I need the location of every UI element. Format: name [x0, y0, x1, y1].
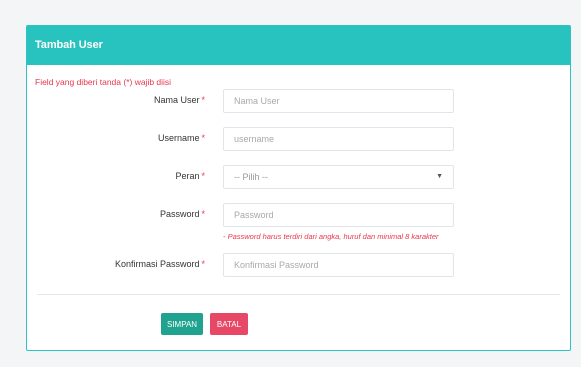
card-title: Tambah User [27, 26, 570, 65]
username-input[interactable] [223, 127, 454, 151]
password-hint: - Password harus terdiri dari angka, hur… [223, 232, 439, 241]
required-mark: * [201, 133, 205, 143]
save-button[interactable]: SIMPAN [161, 313, 203, 335]
required-mark: * [201, 95, 205, 105]
username-label: Username * [157, 133, 205, 143]
nama-user-label: Nama User * [153, 95, 205, 105]
required-mark: * [201, 209, 205, 219]
page: Tambah User Field yang diberi tanda (*) … [0, 0, 581, 367]
konfirmasi-password-input[interactable] [223, 253, 454, 277]
cancel-button[interactable]: BATAL [210, 313, 248, 335]
password-input[interactable] [223, 203, 454, 227]
peran-select[interactable]: -- Pilih -- ▼ [223, 165, 454, 189]
password-label: Password * [159, 209, 205, 219]
form-divider [37, 294, 560, 295]
nama-user-input[interactable] [223, 89, 454, 113]
konfirmasi-password-label: Konfirmasi Password * [114, 259, 205, 269]
add-user-card: Tambah User Field yang diberi tanda (*) … [26, 25, 571, 351]
required-fields-note: Field yang diberi tanda (*) wajib diisi [35, 77, 172, 87]
chevron-down-icon: ▼ [436, 173, 443, 180]
required-mark: * [201, 259, 205, 269]
required-mark: * [201, 171, 205, 181]
peran-label: Peran * [175, 171, 205, 181]
peran-selected-value: -- Pilih -- [234, 172, 268, 182]
